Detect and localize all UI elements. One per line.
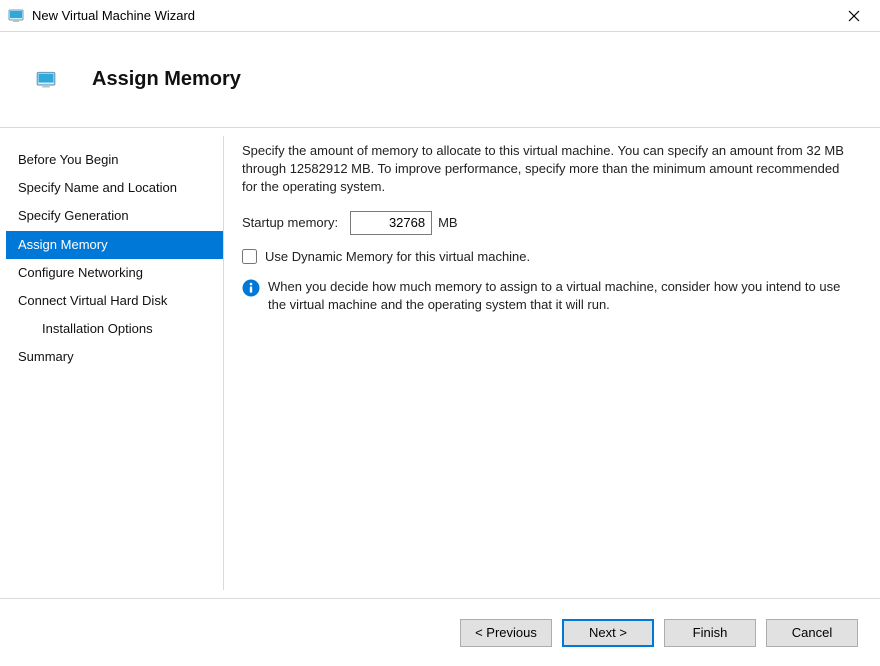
info-text: When you decide how much memory to assig… [268,278,852,314]
window-title: New Virtual Machine Wizard [32,8,834,23]
wizard-icon [36,70,56,90]
dynamic-memory-label[interactable]: Use Dynamic Memory for this virtual mach… [265,249,530,264]
startup-memory-unit: MB [438,215,458,230]
next-button[interactable]: Next > [562,619,654,647]
cancel-button[interactable]: Cancel [766,619,858,647]
titlebar: New Virtual Machine Wizard [0,0,880,32]
info-icon [242,279,260,297]
wizard-content: Specify the amount of memory to allocate… [224,128,880,598]
step-connect-vhd[interactable]: Connect Virtual Hard Disk [6,287,223,315]
wizard-header: Assign Memory [0,32,880,128]
startup-memory-row: Startup memory: MB [242,211,852,235]
step-specify-generation[interactable]: Specify Generation [6,202,223,230]
wizard-body: Before You Begin Specify Name and Locati… [0,128,880,598]
memory-description: Specify the amount of memory to allocate… [242,142,852,197]
dynamic-memory-row: Use Dynamic Memory for this virtual mach… [242,249,852,264]
step-configure-networking[interactable]: Configure Networking [6,259,223,287]
previous-button[interactable]: < Previous [460,619,552,647]
app-icon [8,8,24,24]
dynamic-memory-checkbox[interactable] [242,249,257,264]
info-row: When you decide how much memory to assig… [242,278,852,314]
step-installation-options[interactable]: Installation Options [6,315,223,343]
wizard-footer: < Previous Next > Finish Cancel [0,598,880,666]
step-summary[interactable]: Summary [6,343,223,371]
step-specify-name[interactable]: Specify Name and Location [6,174,223,202]
wizard-steps-sidebar: Before You Begin Specify Name and Locati… [6,136,224,590]
step-before-you-begin[interactable]: Before You Begin [6,146,223,174]
finish-button[interactable]: Finish [664,619,756,647]
startup-memory-label: Startup memory: [242,215,338,230]
close-button[interactable] [834,2,874,30]
step-assign-memory[interactable]: Assign Memory [6,231,223,259]
page-heading: Assign Memory [92,68,241,91]
close-icon [848,10,860,22]
startup-memory-input[interactable] [350,211,432,235]
